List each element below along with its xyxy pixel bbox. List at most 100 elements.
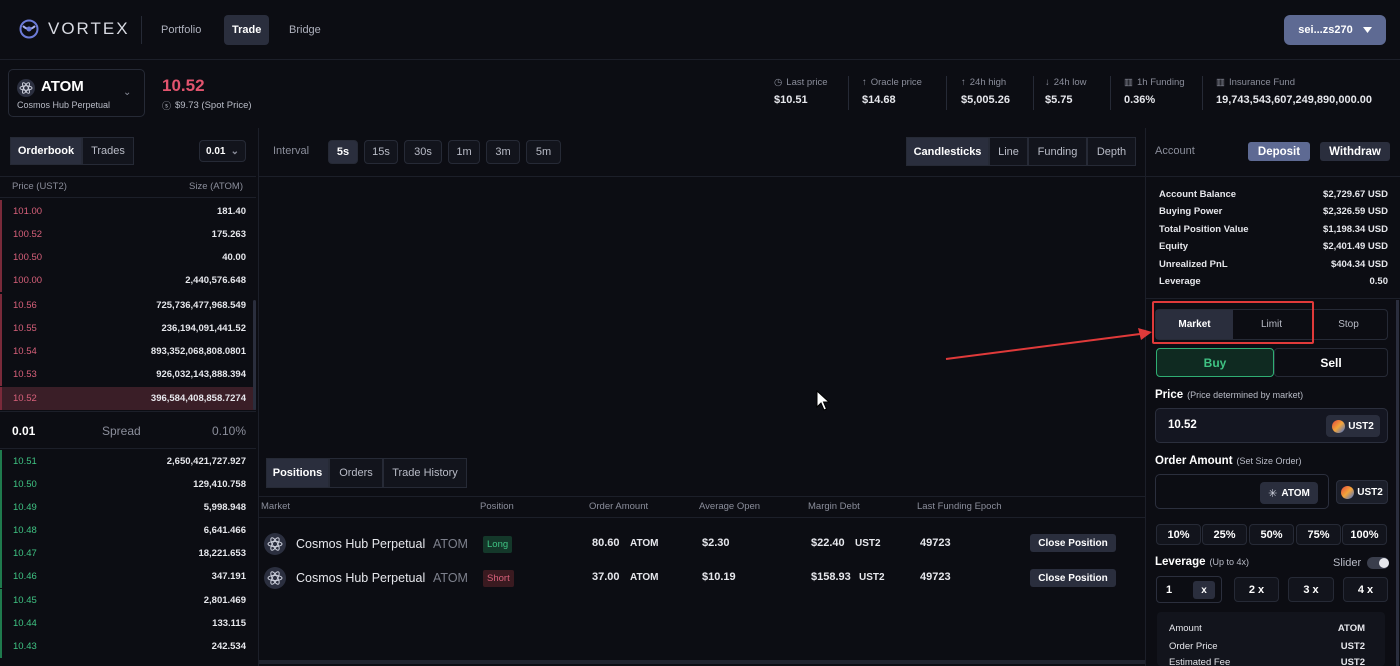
wallet-button[interactable]: sei...zs270 — [1284, 15, 1386, 45]
view-depth[interactable]: Depth — [1087, 137, 1136, 166]
clock-icon: ◷ — [774, 77, 783, 88]
ask-row[interactable]: 100.52 175.263 — [0, 223, 256, 246]
tab-trade-history[interactable]: Trade History — [383, 458, 467, 488]
orderbook-size-header: Size (ATOM) — [189, 181, 244, 192]
brand-logo[interactable]: VORTEX — [18, 18, 130, 40]
amount-input[interactable]: ✳ ATOM — [1155, 474, 1329, 509]
bid-row[interactable]: 10.50 129,410.758 — [0, 473, 256, 496]
ask-row[interactable]: 100.50 40.00 — [0, 246, 256, 269]
nav-portfolio[interactable]: Portfolio — [153, 15, 209, 45]
view-funding[interactable]: Funding — [1028, 137, 1087, 166]
percent-100-button[interactable]: 100% — [1342, 524, 1387, 545]
view-candlesticks[interactable]: Candlesticks — [906, 137, 989, 166]
view-line[interactable]: Line — [989, 137, 1028, 166]
tab-orderbook[interactable]: Orderbook — [10, 137, 82, 165]
ask-row[interactable]: 10.54 893,352,068,808.0801 — [0, 340, 256, 363]
bid-row[interactable]: 10.51 2,650,421,727.927 — [0, 450, 256, 473]
table-row[interactable]: Cosmos Hub Perpetual ATOM Short 37.00 AT… — [259, 565, 1145, 593]
interval-15s[interactable]: 15s — [364, 140, 398, 164]
bid-row[interactable]: 10.48 6,641.466 — [0, 519, 256, 542]
column-header-position: Position — [480, 501, 514, 512]
nav-trade[interactable]: Trade — [224, 15, 270, 45]
close-position-button[interactable]: Close Position — [1030, 534, 1116, 552]
position-avg-open: $2.30 — [702, 537, 730, 549]
slider-label: Slider — [1333, 557, 1362, 569]
column-header-average-open: Average Open — [699, 501, 761, 512]
order-type-stop[interactable]: Stop — [1310, 310, 1387, 339]
orderbook-price-header: Price (UST2) — [12, 181, 67, 192]
buy-button[interactable]: Buy — [1156, 348, 1274, 377]
ask-row[interactable]: 100.00 2,440,576.648 — [0, 269, 256, 292]
bid-row[interactable]: 10.45 2,801.469 — [0, 589, 256, 612]
bid-row[interactable]: 10.43 242.534 — [0, 635, 256, 658]
leverage-input[interactable]: 1 x — [1156, 576, 1222, 603]
price-input[interactable]: 10.52 UST2 — [1155, 408, 1388, 443]
market-symbol: ATOM — [41, 78, 84, 95]
column-header-last-funding-epoch: Last Funding Epoch — [917, 501, 1002, 512]
ask-row[interactable]: 10.55 236,194,091,441.52 — [0, 317, 256, 340]
interval-30s[interactable]: 30s — [404, 140, 442, 164]
stat-divider — [1202, 76, 1203, 110]
table-row[interactable]: Cosmos Hub Perpetual ATOM Long 80.60 ATO… — [259, 530, 1145, 558]
arrow-up-icon: ↑ — [862, 77, 867, 88]
tab-trades[interactable]: Trades — [82, 137, 134, 165]
deposit-button[interactable]: Deposit — [1248, 142, 1310, 161]
orderbook-scrollbar[interactable] — [253, 300, 256, 410]
bar-chart-icon: ▥ — [1124, 77, 1133, 88]
switch-unit-button[interactable]: UST2 — [1336, 480, 1388, 504]
withdraw-button[interactable]: Withdraw — [1320, 142, 1390, 161]
leverage-2x-button[interactable]: 2 x — [1234, 577, 1279, 602]
bid-row[interactable]: 10.46 347.191 — [0, 565, 256, 588]
leverage-3x-button[interactable]: 3 x — [1288, 577, 1334, 602]
sell-button[interactable]: Sell — [1274, 348, 1388, 377]
ask-row[interactable]: 10.52 396,584,408,858.7274 — [0, 387, 256, 410]
market-selector[interactable]: ATOM Cosmos Hub Perpetual ⌄ — [8, 69, 145, 117]
bid-row[interactable]: 10.44 133.115 — [0, 612, 256, 635]
stat-oracle-price: ↑ Oracle price $14.68 — [862, 77, 922, 106]
slider-toggle[interactable] — [1367, 557, 1389, 569]
top-bar — [0, 0, 1400, 60]
stat-1h-funding: ▥ 1h Funding 0.36% — [1124, 77, 1185, 106]
nav-bridge[interactable]: Bridge — [281, 15, 329, 45]
spot-price-text: $9.73 (Spot Price) — [175, 100, 252, 111]
leverage-unit: x — [1193, 581, 1215, 599]
interval-5s[interactable]: 5s — [328, 140, 358, 164]
bid-row[interactable]: 10.49 5,998.948 — [0, 496, 256, 519]
chart-canvas[interactable] — [259, 177, 1145, 457]
interval-5m[interactable]: 5m — [526, 140, 561, 164]
close-position-button[interactable]: Close Position — [1030, 569, 1116, 587]
interval-label: Interval — [273, 145, 310, 157]
ask-row[interactable]: 10.56 725,736,477,968.549 — [0, 294, 256, 317]
interval-1m[interactable]: 1m — [448, 140, 480, 164]
caret-down-icon — [1362, 27, 1372, 33]
price-label: Price — [1155, 389, 1184, 401]
percent-25-button[interactable]: 25% — [1202, 524, 1247, 545]
account-row: Unrealized PnL $404.34 USD — [1159, 259, 1388, 270]
divider — [0, 197, 256, 198]
panel-scrollbar[interactable] — [1396, 300, 1399, 666]
column-header-order-amount: Order Amount — [589, 501, 649, 512]
leverage-4x-button[interactable]: 4 x — [1343, 577, 1388, 602]
bar-chart-icon: ▥ — [1216, 77, 1225, 88]
toggle-knob — [1379, 558, 1389, 568]
position-amount-unit: ATOM — [630, 572, 659, 583]
position-market: Cosmos Hub Perpetual — [296, 571, 426, 585]
percent-50-button[interactable]: 50% — [1249, 524, 1294, 545]
position-amount-unit: ATOM — [630, 538, 659, 549]
table-scrollbar[interactable] — [259, 660, 1145, 664]
interval-3m[interactable]: 3m — [486, 140, 520, 164]
position-amount: 37.00 — [592, 571, 620, 583]
position-margin: $22.40 — [811, 537, 845, 549]
tab-orders[interactable]: Orders — [329, 458, 383, 488]
ask-row[interactable]: 101.00 181.40 — [0, 200, 256, 223]
percent-75-button[interactable]: 75% — [1296, 524, 1341, 545]
position-avg-open: $10.19 — [702, 571, 736, 583]
ask-row[interactable]: 10.53 926,032,143,888.394 — [0, 363, 256, 386]
bid-row[interactable]: 10.47 18,221.653 — [0, 542, 256, 565]
brand-name: VORTEX — [48, 19, 130, 38]
spread-value: 0.01 — [12, 424, 36, 438]
position-epoch: 49723 — [920, 571, 951, 583]
tick-size-select[interactable]: 0.01 ⌄ — [199, 140, 246, 162]
tab-positions[interactable]: Positions — [266, 458, 329, 488]
percent-10-button[interactable]: 10% — [1156, 524, 1201, 545]
